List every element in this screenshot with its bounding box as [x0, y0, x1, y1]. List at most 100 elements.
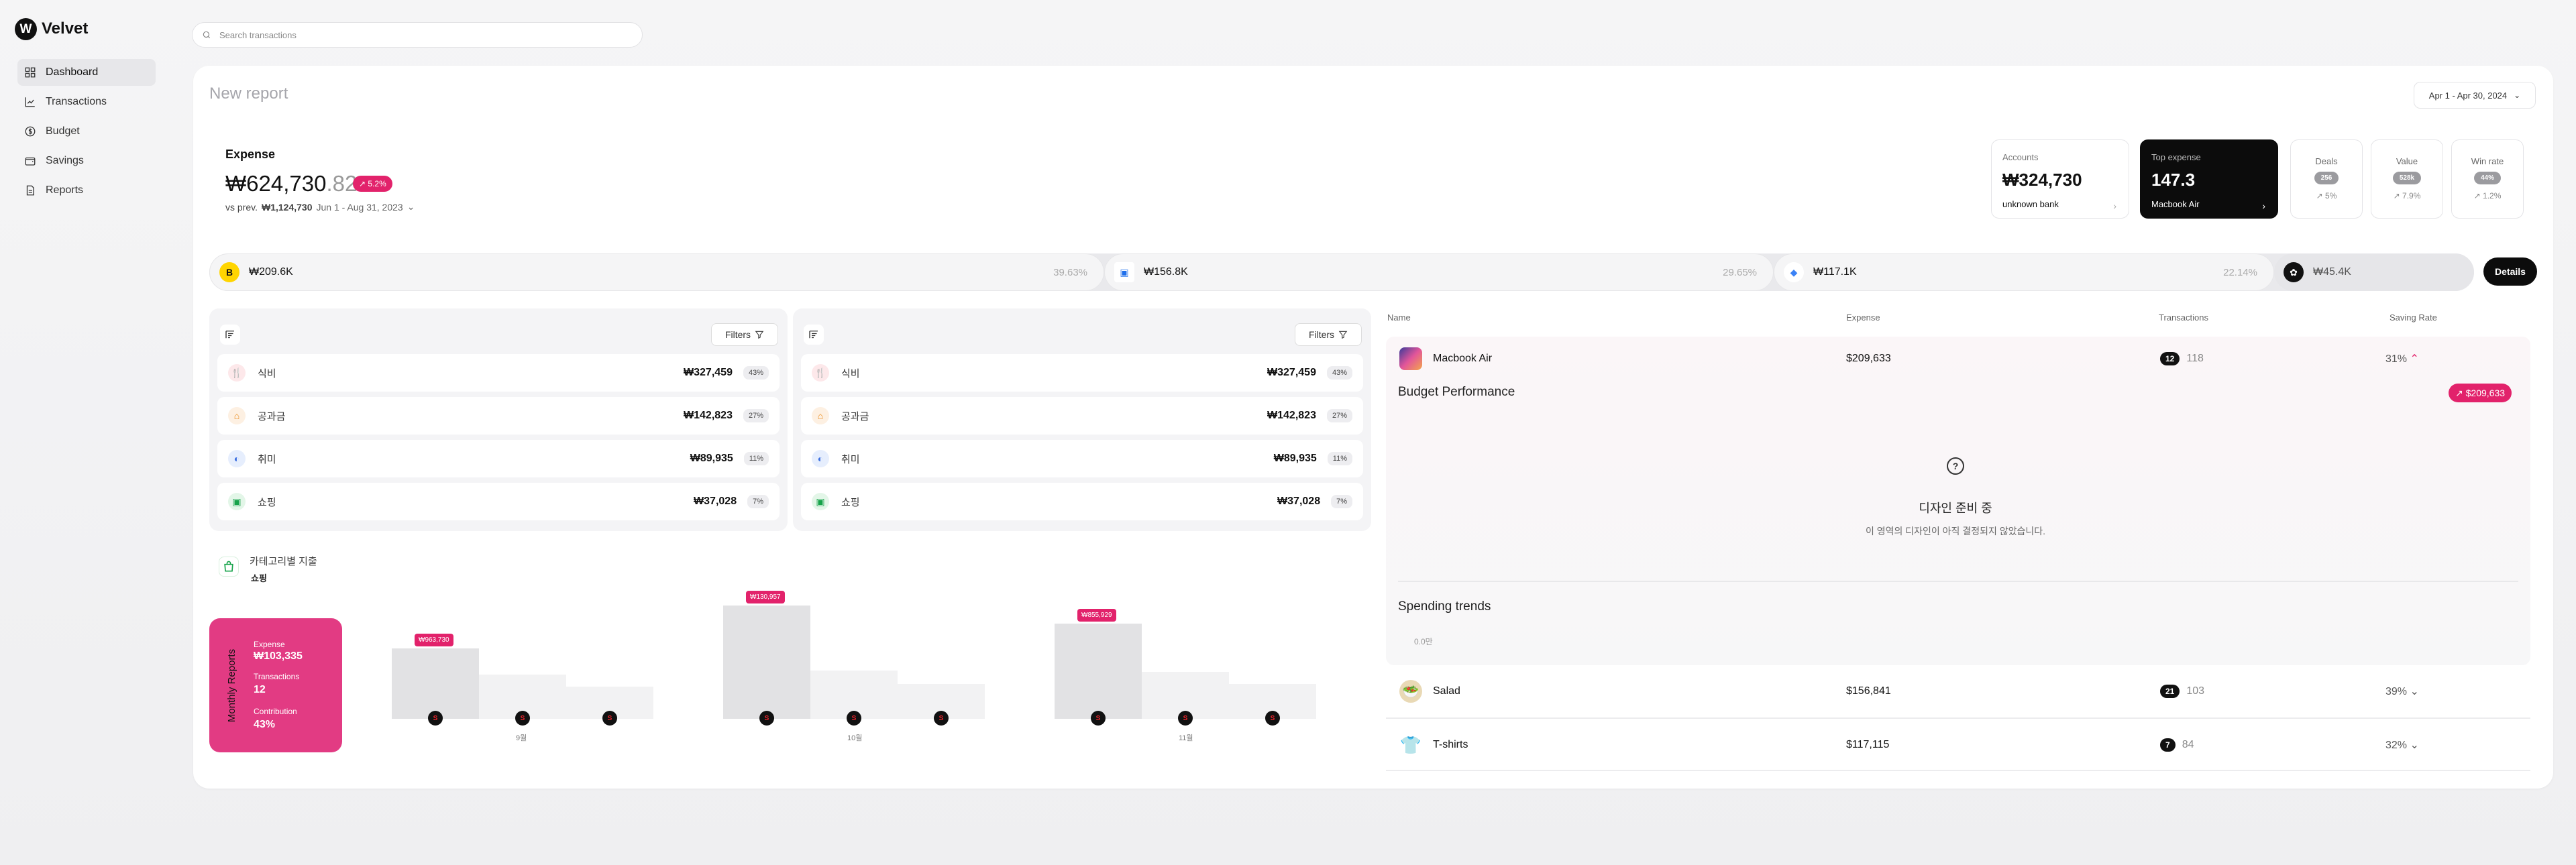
top-expense-sub: Macbook Air	[2151, 199, 2200, 209]
value-card[interactable]: Value 528k ↗ 7.9%	[2371, 139, 2443, 219]
chart-bar[interactable]	[392, 648, 479, 719]
sidebar-item-label: Reports	[46, 184, 84, 196]
brand-coin-icon: S	[602, 711, 617, 726]
filters-button[interactable]: Filters	[711, 323, 778, 346]
column-header-saving-rate[interactable]: Saving Rate	[2390, 312, 2437, 323]
monthly-reports-label: Monthly Reports	[216, 618, 248, 752]
segment-pct: 39.63%	[1053, 267, 1087, 278]
expense-amount: ₩624,730.82	[225, 169, 357, 198]
sidebar-item-budget[interactable]: Budget	[17, 118, 156, 145]
chart-bar[interactable]	[723, 605, 810, 719]
category-name: 쇼핑	[258, 496, 276, 508]
sidebar-item-savings[interactable]: Savings	[17, 148, 156, 174]
details-button[interactable]: Details	[2483, 257, 2537, 286]
row-expense: $117,115	[1846, 739, 1890, 750]
sidebar-item-label: Transactions	[46, 96, 107, 107]
value-delta: ↗ 7.9%	[2393, 191, 2421, 200]
category-pct: 7%	[1331, 495, 1352, 508]
chart-value-tag: ₩855,929	[1077, 609, 1116, 622]
expense-label: Expense	[225, 148, 276, 161]
vs-label: vs prev.	[225, 201, 258, 213]
bank-logo-icon: B	[219, 262, 239, 282]
distribution-segment-4[interactable]: ✿ ₩45.4K	[2274, 253, 2474, 291]
chart-icon	[24, 96, 36, 108]
app-logo[interactable]: W	[15, 18, 37, 40]
category-row[interactable]: 🍴 식비 ₩327,459 43%	[217, 354, 780, 392]
brand-coin-icon: S	[1265, 711, 1280, 726]
dollar-icon	[24, 125, 36, 137]
shopping-bag-icon	[219, 557, 239, 577]
filters-label: Filters	[724, 329, 751, 340]
top-expense-card[interactable]: Top expense 147.3 Macbook Air ›	[2140, 139, 2278, 219]
distribution-segment-2[interactable]: ▣ ₩156.8K 29.65%	[1104, 253, 1774, 291]
category-row[interactable]: ⌂ 공과금 ₩142,823 27%	[217, 397, 780, 435]
table-row[interactable]: 🥗 Salad $156,841 21 103 39% ⌄	[1386, 667, 2530, 716]
list-icon[interactable]	[220, 325, 240, 345]
sidebar-item-reports[interactable]: Reports	[17, 177, 156, 204]
previous-period[interactable]: vs prev. ₩1,124,730 Jun 1 - Aug 31, 2023…	[225, 201, 415, 213]
monthly-tx-value: 12	[254, 684, 266, 695]
row-tx-count: 118	[2186, 353, 2204, 364]
chart-bar[interactable]	[1055, 624, 1142, 719]
category-amount: ₩89,935	[1273, 453, 1317, 464]
category-name: 쇼핑	[841, 496, 860, 508]
spending-trends-title: Spending trends	[1398, 599, 1491, 614]
chevron-down-icon: ⌄	[2514, 91, 2521, 100]
table-row[interactable]: 👕 T-shirts $117,115 7 84 32% ⌄	[1386, 720, 2530, 770]
filters-button[interactable]: Filters	[1295, 323, 1362, 346]
brand-coin-icon: S	[847, 711, 861, 726]
sidebar-item-transactions[interactable]: Transactions	[17, 89, 156, 115]
accounts-card[interactable]: Accounts ₩324,730 unknown bank ›	[1991, 139, 2129, 219]
row-tx-badge: 7	[2160, 738, 2176, 752]
category-row[interactable]: ▣ 쇼핑 ₩37,028 7%	[801, 483, 1363, 520]
category-amount: ₩37,028	[1277, 496, 1321, 507]
segment-value: ₩209.6K	[249, 266, 293, 278]
category-row[interactable]: ▣ 쇼핑 ₩37,028 7%	[217, 483, 780, 520]
filter-icon	[755, 331, 764, 339]
page-title[interactable]: New report	[209, 83, 288, 105]
search-input[interactable]: Search transactions	[192, 22, 643, 48]
segment-value: ₩117.1K	[1813, 266, 1857, 278]
date-range-label: Apr 1 - Apr 30, 2024	[2428, 90, 2508, 101]
dropbox-logo-icon: ◆	[1784, 262, 1804, 282]
category-amount: ₩327,459	[1267, 367, 1316, 378]
food-icon: 🍴	[228, 364, 246, 382]
win-rate-card[interactable]: Win rate 44% ↗ 1.2%	[2451, 139, 2524, 219]
placeholder-title: 디자인 준비 중	[1919, 502, 1992, 515]
category-row[interactable]: ◐ 취미 ₩89,935 11%	[217, 440, 780, 477]
accounts-value: ₩324,730	[2002, 170, 2082, 190]
sidebar-item-label: Savings	[46, 155, 84, 166]
chevron-down-icon[interactable]: ⌄	[2410, 740, 2418, 751]
brand-coin-icon: S	[428, 711, 443, 726]
accounts-sub: unknown bank	[2002, 199, 2059, 209]
chevron-down-icon[interactable]: ⌄	[2410, 686, 2418, 697]
category-amount: ₩142,823	[684, 410, 733, 421]
category-pct: 11%	[743, 452, 769, 465]
category-amount: ₩89,935	[690, 453, 733, 464]
category-amount: ₩37,028	[694, 496, 737, 507]
deals-card[interactable]: Deals 256 ↗ 5%	[2290, 139, 2363, 219]
category-row[interactable]: ◐ 취미 ₩89,935 11%	[801, 440, 1363, 477]
app-name: Velvet	[42, 19, 89, 38]
list-icon[interactable]	[804, 325, 824, 345]
category-row[interactable]: ⌂ 공과금 ₩142,823 27%	[801, 397, 1363, 435]
row-tx-badge: 12	[2160, 352, 2180, 365]
column-header-transactions[interactable]: Transactions	[2159, 312, 2208, 323]
distribution-segment-3[interactable]: ◆ ₩117.1K 22.14%	[1774, 253, 2274, 291]
row-divider	[1386, 770, 2530, 771]
row-divider	[1386, 717, 2530, 719]
row-tx-count: 84	[2182, 739, 2194, 750]
category-row[interactable]: 🍴 식비 ₩327,459 43%	[801, 354, 1363, 392]
food-icon: 🍴	[812, 364, 829, 382]
row-tx-badge: 21	[2160, 685, 2180, 698]
palette-icon: ◐	[812, 450, 829, 467]
column-header-name[interactable]: Name	[1387, 312, 1411, 323]
chevron-up-icon[interactable]: ⌃	[2410, 353, 2418, 365]
sidebar-item-dashboard[interactable]: Dashboard	[17, 59, 156, 86]
date-range-picker[interactable]: Apr 1 - Apr 30, 2024 ⌄	[2414, 82, 2536, 109]
distribution-segment-1[interactable]: B ₩209.6K 39.63%	[209, 253, 1104, 291]
table-row[interactable]: Macbook Air $209,633 12 118 31% ⌃	[1386, 334, 2530, 384]
column-header-expense[interactable]: Expense	[1846, 312, 1880, 323]
budget-performance-badge: ↗ $209,633	[2449, 384, 2512, 402]
chart-value-tag: ₩130,957	[746, 590, 785, 603]
